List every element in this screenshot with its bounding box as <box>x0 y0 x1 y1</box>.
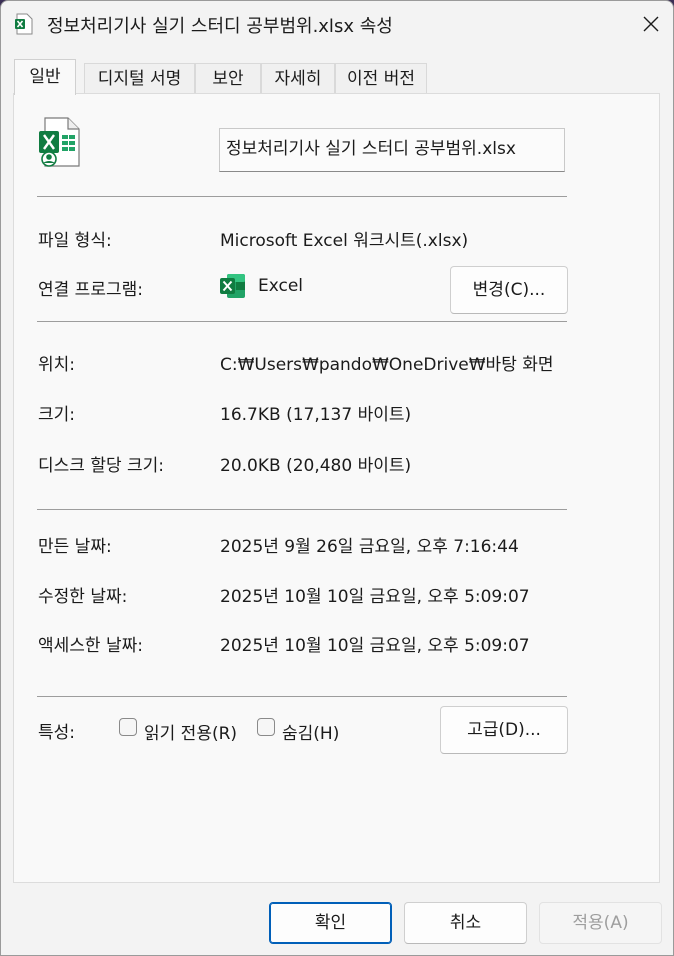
tab-previous-versions[interactable]: 이전 버전 <box>335 63 427 93</box>
accessed-value: 2025년 10월 10일 금요일, 오후 5:09:07 <box>220 636 530 656</box>
window-title: 정보처리기사 실기 스터디 공부범위.xlsx 속성 <box>47 16 393 37</box>
size-on-disk-label: 디스크 할당 크기: <box>38 456 165 476</box>
opens-with-value: Excel <box>258 276 304 296</box>
opens-with-label: 연결 프로그램: <box>38 280 143 300</box>
divider <box>37 196 567 197</box>
modified-value: 2025년 10월 10일 금요일, 오후 5:09:07 <box>220 587 530 607</box>
tab-general[interactable]: 일반 <box>14 59 76 95</box>
divider <box>37 509 567 510</box>
readonly-label[interactable]: 읽기 전용(R) <box>144 719 237 744</box>
file-name-field[interactable]: 정보처리기사 실기 스터디 공부범위.xlsx <box>219 128 565 172</box>
excel-file-icon <box>39 117 80 167</box>
excel-app-icon <box>220 274 245 298</box>
divider <box>37 696 567 697</box>
hidden-checkbox[interactable] <box>257 718 275 736</box>
location-label: 위치: <box>38 355 76 375</box>
file-type-label: 파일 형식: <box>38 231 112 251</box>
tab-digital-signatures[interactable]: 디지털 서명 <box>84 63 195 93</box>
modified-label: 수정한 날짜: <box>38 587 128 607</box>
change-button[interactable]: 변경(C)... <box>450 266 568 314</box>
size-value: 16.7KB (17,137 바이트) <box>220 405 412 425</box>
ok-button[interactable]: 확인 <box>269 902 392 944</box>
readonly-checkbox[interactable] <box>119 718 137 736</box>
tab-security[interactable]: 보안 <box>195 63 261 93</box>
divider <box>37 321 567 322</box>
created-value: 2025년 9월 26일 금요일, 오후 7:16:44 <box>220 537 519 557</box>
tab-details[interactable]: 자세히 <box>261 63 335 93</box>
close-button[interactable] <box>627 1 673 47</box>
attributes-label: 특성: <box>38 723 76 743</box>
location-value: C:₩Users₩pando₩OneDrive₩바탕 화면 <box>220 355 554 375</box>
properties-dialog: 정보처리기사 실기 스터디 공부범위.xlsx 속성 일반 디지털 서명 보안 … <box>0 0 674 956</box>
hidden-label[interactable]: 숨김(H) <box>282 719 339 744</box>
size-label: 크기: <box>38 405 76 425</box>
excel-file-icon <box>15 13 33 35</box>
created-label: 만든 날짜: <box>38 537 112 557</box>
cancel-button[interactable]: 취소 <box>404 902 527 944</box>
accessed-label: 액세스한 날짜: <box>38 636 143 656</box>
advanced-button[interactable]: 고급(D)... <box>440 706 568 754</box>
close-icon <box>643 16 659 32</box>
title-bar: 정보처리기사 실기 스터디 공부범위.xlsx 속성 <box>1 1 673 47</box>
apply-button[interactable]: 적용(A) <box>539 902 662 944</box>
size-on-disk-value: 20.0KB (20,480 바이트) <box>220 456 412 476</box>
general-panel <box>13 93 660 883</box>
file-type-value: Microsoft Excel 워크시트(.xlsx) <box>220 231 469 251</box>
